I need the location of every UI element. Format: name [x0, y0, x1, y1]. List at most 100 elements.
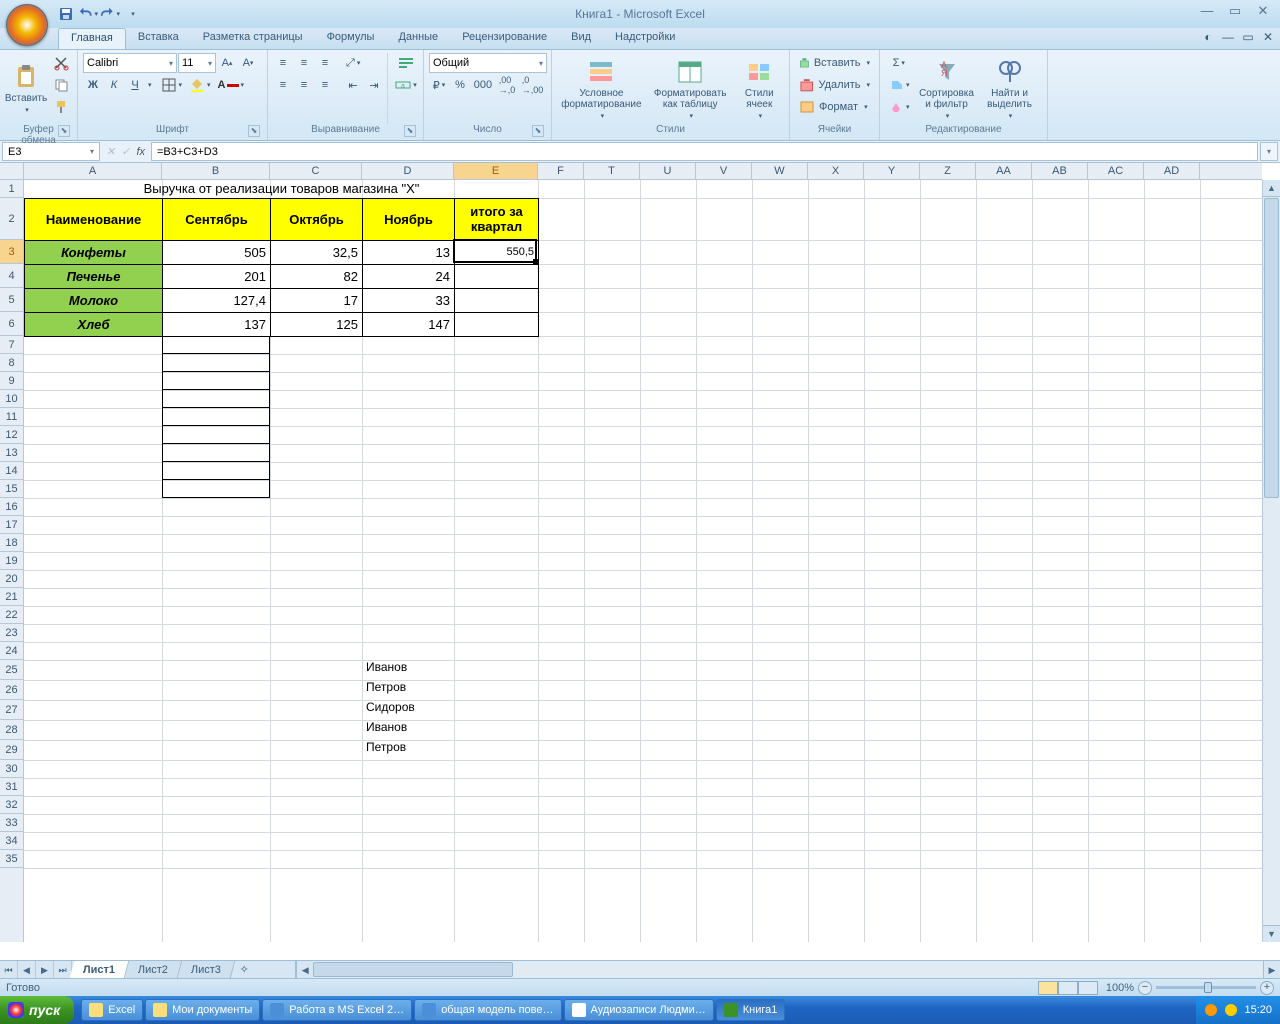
- scroll-up-icon[interactable]: ▲: [1263, 180, 1280, 197]
- column-header[interactable]: F: [538, 163, 584, 179]
- row-header[interactable]: 20: [0, 570, 23, 588]
- row-header[interactable]: 28: [0, 720, 23, 740]
- increase-decimal-icon[interactable]: ,00→,0: [496, 75, 518, 95]
- row-header[interactable]: 26: [0, 680, 23, 700]
- font-launcher[interactable]: ⬊: [248, 125, 260, 137]
- cells-area[interactable]: Выручка от реализации товаров магазина "…: [24, 180, 1262, 942]
- row-header[interactable]: 7: [0, 336, 23, 354]
- row-header[interactable]: 34: [0, 832, 23, 850]
- font-color-icon[interactable]: A▾: [215, 75, 247, 95]
- column-header[interactable]: V: [696, 163, 752, 179]
- redo-icon[interactable]: ▾: [100, 4, 120, 24]
- conditional-formatting-button[interactable]: Условное форматирование▾: [557, 53, 646, 124]
- cut-icon[interactable]: [50, 53, 72, 73]
- align-launcher[interactable]: ⬊: [404, 125, 416, 137]
- tab-addins[interactable]: Надстройки: [603, 28, 687, 49]
- row-header[interactable]: 13: [0, 444, 23, 462]
- sheet-tab-3[interactable]: Лист3: [178, 961, 236, 978]
- app-restore-icon[interactable]: ▭: [1240, 30, 1256, 46]
- row-header[interactable]: 12: [0, 426, 23, 444]
- wrap-text-icon[interactable]: [392, 53, 420, 73]
- hscroll-thumb[interactable]: [313, 962, 513, 977]
- row-header[interactable]: 8: [0, 354, 23, 372]
- decrease-font-icon[interactable]: A▾: [238, 53, 258, 73]
- currency-icon[interactable]: ₽▾: [429, 75, 449, 95]
- qat-customize-icon[interactable]: ▾: [122, 4, 142, 24]
- row-header[interactable]: 5: [0, 288, 23, 312]
- row-header[interactable]: 4: [0, 264, 23, 288]
- format-painter-icon[interactable]: [50, 97, 72, 117]
- row-header[interactable]: 9: [0, 372, 23, 390]
- row-header[interactable]: 33: [0, 814, 23, 832]
- row-header[interactable]: 24: [0, 642, 23, 660]
- zoom-level[interactable]: 100%: [1106, 982, 1134, 994]
- tab-home[interactable]: Главная: [58, 28, 126, 49]
- underline-button[interactable]: Ч: [125, 75, 145, 95]
- font-size-combo[interactable]: 11▾: [178, 53, 216, 73]
- column-header[interactable]: D: [362, 163, 454, 179]
- column-header[interactable]: Y: [864, 163, 920, 179]
- increase-indent-icon[interactable]: ⇥: [364, 75, 384, 95]
- new-sheet-icon[interactable]: ✧: [233, 961, 255, 978]
- column-header[interactable]: AB: [1032, 163, 1088, 179]
- tray-icon[interactable]: [1224, 1003, 1238, 1017]
- tray-icon[interactable]: [1204, 1003, 1218, 1017]
- undo-icon[interactable]: ▾: [78, 4, 98, 24]
- tab-page-layout[interactable]: Разметка страницы: [191, 28, 315, 49]
- find-select-button[interactable]: Найти и выделить▾: [981, 53, 1039, 124]
- vertical-scrollbar[interactable]: ▲ ▼: [1262, 180, 1280, 942]
- row-header[interactable]: 23: [0, 624, 23, 642]
- row-header[interactable]: 21: [0, 588, 23, 606]
- column-header[interactable]: AC: [1088, 163, 1144, 179]
- zoom-in-icon[interactable]: +: [1260, 981, 1274, 995]
- format-as-table-button[interactable]: Форматировать как таблицу▾: [649, 53, 732, 124]
- scroll-left-icon[interactable]: ◀: [296, 961, 313, 978]
- column-headers[interactable]: ABCDEFTUVWXYZAAABACAD: [24, 163, 1262, 180]
- taskbar-item[interactable]: Excel: [81, 999, 143, 1021]
- zoom-slider[interactable]: [1156, 986, 1256, 989]
- column-header[interactable]: A: [24, 163, 162, 179]
- scroll-right-icon[interactable]: ▶: [1263, 961, 1280, 978]
- formula-input[interactable]: =B3+C3+D3: [151, 142, 1258, 161]
- clock[interactable]: 15:20: [1244, 1004, 1272, 1016]
- view-page-layout-icon[interactable]: [1058, 981, 1078, 995]
- view-normal-icon[interactable]: [1038, 981, 1058, 995]
- vscroll-thumb[interactable]: [1264, 198, 1279, 498]
- row-header[interactable]: 3: [0, 240, 23, 264]
- start-button[interactable]: пуск: [0, 996, 74, 1024]
- scroll-down-icon[interactable]: ▼: [1263, 925, 1280, 942]
- font-name-combo[interactable]: Calibri▾: [83, 53, 177, 73]
- paste-button[interactable]: Вставить▾: [5, 53, 47, 124]
- app-close-icon[interactable]: ✕: [1260, 30, 1276, 46]
- row-header[interactable]: 6: [0, 312, 23, 336]
- sheet-nav-prev-icon[interactable]: ◀: [18, 961, 36, 978]
- column-header[interactable]: E: [454, 163, 538, 179]
- row-header[interactable]: 32: [0, 796, 23, 814]
- save-icon[interactable]: [56, 4, 76, 24]
- autosum-icon[interactable]: Σ▾: [885, 53, 913, 73]
- tab-view[interactable]: Вид: [559, 28, 603, 49]
- align-center-icon[interactable]: ≡: [294, 75, 314, 95]
- column-header[interactable]: X: [808, 163, 864, 179]
- cell-styles-button[interactable]: Стили ячеек▾: [735, 53, 784, 124]
- column-header[interactable]: Z: [920, 163, 976, 179]
- office-button[interactable]: [6, 4, 48, 46]
- orientation-icon[interactable]: ⤢▾: [343, 53, 363, 73]
- fx-icon[interactable]: fx: [136, 146, 145, 158]
- italic-button[interactable]: К: [104, 75, 124, 95]
- merge-icon[interactable]: a▾: [392, 75, 420, 95]
- tab-insert[interactable]: Вставка: [126, 28, 191, 49]
- column-header[interactable]: B: [162, 163, 270, 179]
- sheet-tab-1[interactable]: Лист1: [70, 961, 130, 978]
- decrease-decimal-icon[interactable]: ,0→,00: [519, 75, 546, 95]
- column-header[interactable]: W: [752, 163, 808, 179]
- format-cells-button[interactable]: Формат▾: [795, 97, 874, 117]
- row-header[interactable]: 29: [0, 740, 23, 760]
- expand-formula-bar-icon[interactable]: ▾: [1260, 142, 1278, 161]
- tab-formulas[interactable]: Формулы: [315, 28, 387, 49]
- taskbar-item[interactable]: Работа в MS Excel 2…: [262, 999, 412, 1021]
- row-header[interactable]: 25: [0, 660, 23, 680]
- row-header[interactable]: 16: [0, 498, 23, 516]
- row-header[interactable]: 1: [0, 180, 23, 198]
- row-header[interactable]: 17: [0, 516, 23, 534]
